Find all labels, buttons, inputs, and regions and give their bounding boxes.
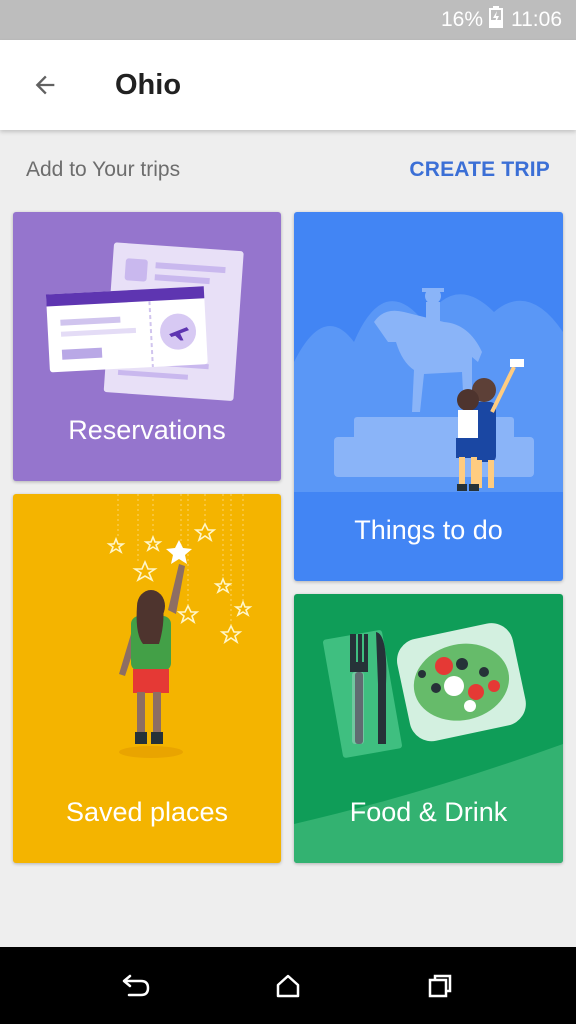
- things-to-do-label: Things to do: [354, 515, 503, 545]
- saved-places-card[interactable]: Saved places: [13, 494, 281, 863]
- nav-recents-button[interactable]: [416, 962, 464, 1010]
- reservations-label: Reservations: [68, 415, 226, 445]
- arrow-back-icon: [35, 75, 55, 95]
- reservations-card[interactable]: Reservations: [13, 212, 281, 481]
- nav-back-button[interactable]: [112, 962, 160, 1010]
- app-bar: Ohio: [0, 40, 576, 130]
- section-label: Add to Your trips: [26, 158, 181, 181]
- section-header: Add to Your trips CREATE TRIP: [0, 130, 576, 210]
- create-trip-button[interactable]: CREATE TRIP: [409, 158, 550, 182]
- clock: 11:06: [511, 8, 562, 31]
- back-nav-icon: [122, 974, 150, 996]
- food-drink-card[interactable]: Food & Drink: [294, 594, 563, 863]
- recents-nav-icon: [428, 974, 452, 997]
- page-title: Ohio: [115, 68, 182, 101]
- food-drink-label: Food & Drink: [349, 797, 508, 827]
- battery-percent: 16%: [440, 8, 483, 31]
- nav-home-button[interactable]: [264, 962, 312, 1010]
- things-to-do-card[interactable]: Things to do: [294, 212, 563, 581]
- back-button[interactable]: [23, 63, 67, 107]
- battery-charging-icon: [489, 6, 503, 34]
- system-nav-bar: [0, 947, 576, 1024]
- home-nav-icon: [276, 974, 300, 997]
- saved-places-label: Saved places: [65, 797, 229, 827]
- status-bar: 16% 11:06: [0, 0, 576, 40]
